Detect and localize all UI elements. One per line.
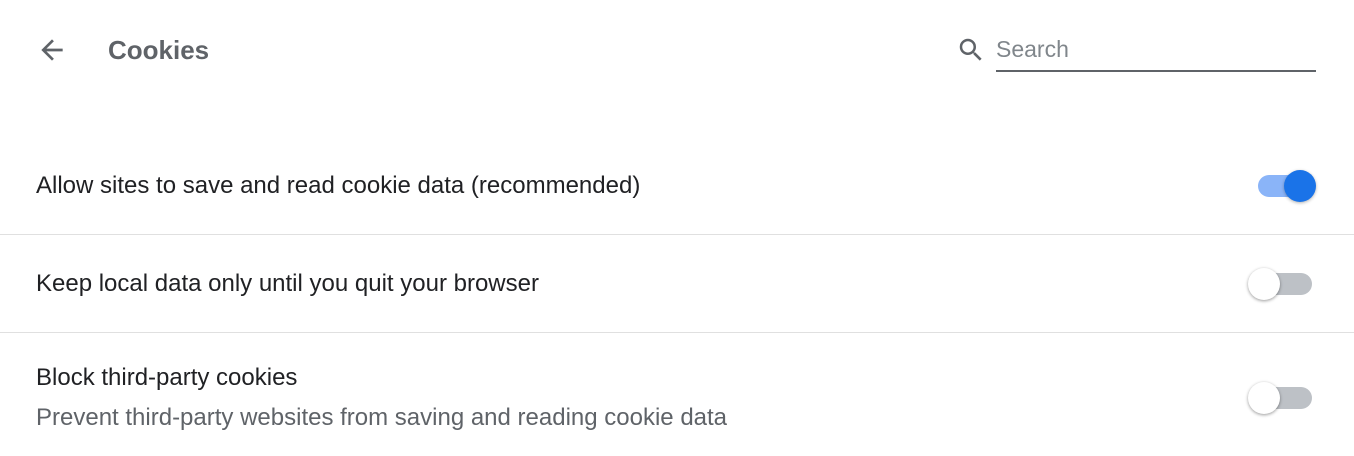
toggle-knob <box>1248 268 1280 300</box>
allow-cookies-toggle[interactable] <box>1250 168 1316 204</box>
divider <box>0 332 1354 333</box>
search-icon[interactable] <box>956 35 986 65</box>
divider <box>0 234 1354 235</box>
setting-description-block-third-party: Prevent third-party websites from saving… <box>36 404 728 431</box>
search-input[interactable] <box>996 30 1316 68</box>
block-third-party-toggle[interactable] <box>1248 380 1314 416</box>
back-button[interactable] <box>28 26 76 74</box>
setting-label-block-third-party: Block third-party cookies <box>36 364 298 391</box>
setting-label-keep-local-data: Keep local data only until you quit your… <box>36 270 539 297</box>
arrow-left-icon <box>41 39 63 61</box>
setting-label-allow-cookies: Allow sites to save and read cookie data… <box>36 172 641 199</box>
keep-local-data-toggle[interactable] <box>1248 266 1314 302</box>
toggle-knob <box>1284 170 1316 202</box>
cookies-settings-page: Cookies Allow sites to save and read coo… <box>0 0 1354 456</box>
page-title: Cookies <box>108 35 210 65</box>
search-field <box>996 30 1316 72</box>
toggle-knob <box>1248 382 1280 414</box>
